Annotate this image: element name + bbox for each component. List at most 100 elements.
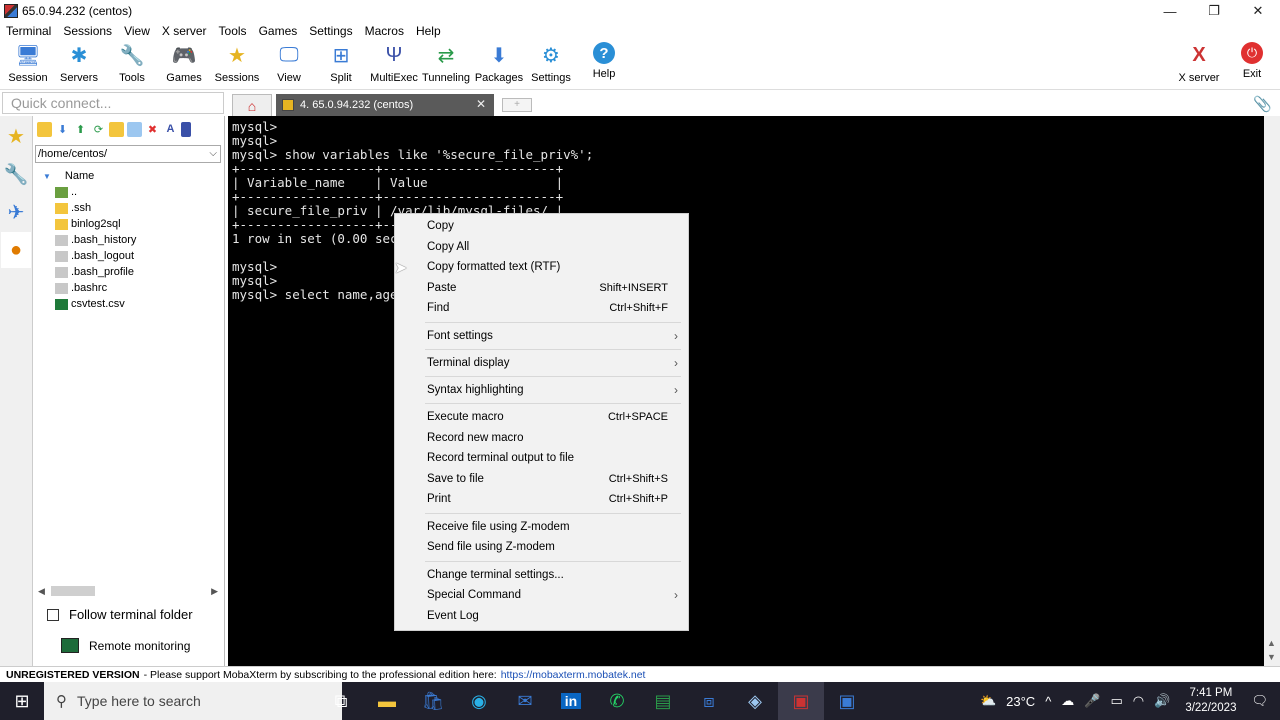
menu-item-record-macro[interactable]: Record new macro — [395, 428, 688, 448]
terminal-output[interactable]: mysql> mysql> mysql> show variables like '… — [228, 116, 1264, 666]
view-button[interactable]: 🖵 View — [261, 42, 317, 88]
scroll-thumb[interactable] — [51, 586, 95, 596]
clock[interactable]: 7:41 PM 3/22/2023 — [1185, 686, 1236, 716]
menu-x-server[interactable]: X server — [156, 24, 213, 38]
remote-app-button[interactable]: ◈ — [732, 682, 778, 720]
follow-terminal-folder-checkbox[interactable]: Follow terminal folder — [47, 607, 193, 622]
sessions-star-icon[interactable]: ★ — [1, 118, 31, 154]
menu-item-copy[interactable]: Copy — [395, 216, 688, 236]
menu-item-font-settings[interactable]: Font settings › — [395, 326, 688, 346]
mobaxterm-link[interactable]: https://mobaxterm.mobatek.net — [501, 669, 646, 681]
mail-button[interactable]: ✉ — [502, 682, 548, 720]
list-item[interactable]: .bash_logout — [41, 248, 221, 264]
list-item[interactable]: .ssh — [41, 200, 221, 216]
open-folder-icon[interactable] — [37, 121, 52, 137]
close-button[interactable]: ✕ — [1236, 0, 1280, 22]
weather-temperature[interactable]: 23°C — [1006, 694, 1035, 709]
split-button[interactable]: ⊞ Split — [313, 42, 369, 88]
packages-button[interactable]: ⬇ Packages — [471, 42, 527, 88]
scroll-right-icon[interactable]: ▶ — [211, 586, 218, 597]
minimize-button[interactable]: — — [1148, 0, 1192, 22]
store-button[interactable]: 🛍 — [410, 682, 456, 720]
home-tab[interactable]: ⌂ — [232, 94, 272, 116]
tunneling-button[interactable]: ⇄ Tunneling — [418, 42, 474, 88]
menu-settings[interactable]: Settings — [303, 24, 358, 38]
download-icon[interactable]: ⬇ — [55, 122, 70, 137]
menu-terminal[interactable]: Terminal — [0, 24, 57, 38]
list-item[interactable]: .bash_profile — [41, 264, 221, 280]
menu-item-save-to-file[interactable]: Save to file Ctrl+Shift+S — [395, 469, 688, 489]
battery-icon[interactable]: ▭ — [1110, 693, 1122, 709]
list-item[interactable]: .bashrc — [41, 280, 221, 296]
scroll-left-icon[interactable]: ◀ — [38, 586, 45, 597]
x-server-button[interactable]: XX server — [1171, 42, 1227, 88]
list-item[interactable]: csvtest.csv — [41, 296, 221, 312]
sftp-side-icon[interactable]: ● — [1, 232, 31, 268]
terminal-scrollbar[interactable]: ▲ ▼ — [1264, 116, 1280, 666]
rename-icon[interactable]: A — [163, 122, 178, 137]
close-tab-icon[interactable]: ✕ — [476, 97, 486, 111]
menu-item-copy-rtf[interactable]: Copy formatted text (RTF) — [395, 257, 688, 277]
menu-item-special-command[interactable]: Special Command › — [395, 585, 688, 605]
settings-button[interactable]: ⚙ Settings — [523, 42, 579, 88]
menu-item-terminal-display[interactable]: Terminal display › — [395, 353, 688, 373]
terminal-app-button[interactable]: ▣ — [824, 682, 870, 720]
session-tab[interactable]: 4. 65.0.94.232 (centos) ✕ — [276, 94, 494, 116]
menu-macros[interactable]: Macros — [359, 24, 410, 38]
quick-connect-input[interactable]: Quick connect... — [2, 92, 224, 114]
volume-icon[interactable]: 🔊 — [1154, 693, 1170, 709]
servers-button[interactable]: ✱ Servers — [51, 42, 107, 88]
properties-icon[interactable] — [181, 121, 191, 137]
exit-button[interactable]: ⏻ Exit — [1224, 42, 1280, 88]
edge-button[interactable]: ◉ — [456, 682, 502, 720]
menu-item-syntax-highlighting[interactable]: Syntax highlighting › — [395, 380, 688, 400]
menu-sessions[interactable]: Sessions — [57, 24, 118, 38]
delete-icon[interactable]: ✖ — [145, 122, 160, 137]
scroll-down-icon[interactable]: ▼ — [1267, 652, 1276, 662]
menu-item-execute-macro[interactable]: Execute macro Ctrl+SPACE — [395, 407, 688, 427]
restore-button[interactable]: ❐ — [1192, 0, 1236, 22]
menu-item-send-zmodem[interactable]: Send file using Z-modem — [395, 537, 688, 557]
horizontal-scrollbar[interactable]: ◀ ▶ — [35, 584, 221, 598]
tools-side-icon[interactable]: 🔧 — [1, 156, 31, 192]
macros-side-icon[interactable]: ✈ — [1, 194, 31, 230]
menu-item-print[interactable]: Print Ctrl+Shift+P — [395, 489, 688, 509]
list-item[interactable]: .bash_history — [41, 232, 221, 248]
menu-help[interactable]: Help — [410, 24, 447, 38]
new-file-icon[interactable] — [127, 121, 142, 137]
menu-item-event-log[interactable]: Event Log — [395, 606, 688, 626]
refresh-icon[interactable]: ⟳ — [91, 122, 106, 137]
help-button[interactable]: ? Help — [576, 42, 632, 88]
paperclip-icon[interactable]: 📎 — [1253, 95, 1272, 113]
menu-item-find[interactable]: Find Ctrl+Shift+F — [395, 298, 688, 318]
task-view-button[interactable]: ⧉ — [318, 682, 364, 720]
new-tab-button[interactable]: + — [502, 98, 532, 112]
path-selector[interactable]: /home/centos/ ⌵ — [35, 145, 221, 163]
list-item[interactable]: binlog2sql — [41, 216, 221, 232]
remote-monitoring-button[interactable]: Remote monitoring — [61, 638, 190, 653]
linkedin-button[interactable]: in — [548, 682, 594, 720]
mobaxterm-taskbar-button[interactable]: ▣ — [778, 682, 824, 720]
multiexec-button[interactable]: Ψ MultiExec — [366, 42, 422, 88]
scroll-up-icon[interactable]: ▲ — [1267, 638, 1276, 648]
tools-button[interactable]: 🔧 Tools — [104, 42, 160, 88]
wifi-icon[interactable]: ◠ — [1133, 693, 1144, 709]
menu-tools[interactable]: Tools — [213, 24, 253, 38]
menu-games[interactable]: Games — [253, 24, 304, 38]
column-header[interactable]: ▼ Name — [41, 168, 221, 184]
menu-item-paste[interactable]: Paste Shift+INSERT — [395, 278, 688, 298]
microphone-icon[interactable]: 🎤 — [1084, 693, 1100, 709]
new-folder-icon[interactable] — [109, 121, 124, 137]
chevron-up-icon[interactable]: ^ — [1045, 694, 1051, 709]
menu-item-copy-all[interactable]: Copy All — [395, 237, 688, 257]
notepad-button[interactable]: ▤ — [640, 682, 686, 720]
list-item[interactable]: .. — [41, 184, 221, 200]
notifications-icon[interactable]: 🗨 — [1251, 693, 1268, 709]
onedrive-icon[interactable]: ☁ — [1061, 693, 1074, 709]
whatsapp-button[interactable]: ✆ — [594, 682, 640, 720]
menu-item-record-output[interactable]: Record terminal output to file — [395, 448, 688, 468]
sessions-button[interactable]: ★ Sessions — [209, 42, 265, 88]
menu-item-receive-zmodem[interactable]: Receive file using Z-modem — [395, 517, 688, 537]
network-app-button[interactable]: ⧈ — [686, 682, 732, 720]
file-explorer-button[interactable]: ▬ — [364, 682, 410, 720]
